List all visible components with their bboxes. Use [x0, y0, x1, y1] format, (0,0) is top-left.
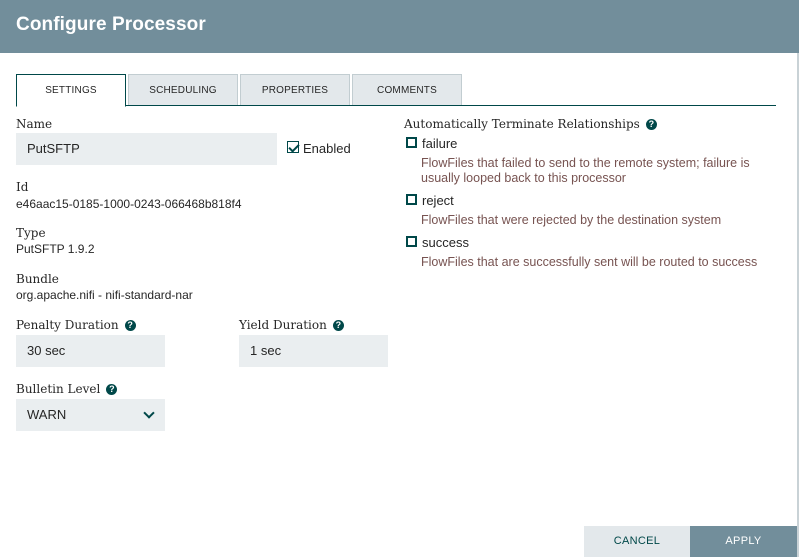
- type-value: PutSFTP 1.9.2: [16, 242, 95, 256]
- relationship-success-name: success: [422, 235, 469, 250]
- cancel-button[interactable]: CANCEL: [584, 526, 690, 557]
- tab-settings[interactable]: SETTINGS: [16, 74, 126, 107]
- penalty-duration-label-text: Penalty Duration: [16, 318, 119, 332]
- bulletin-level-label-text: Bulletin Level: [16, 382, 101, 396]
- yield-duration-input[interactable]: 1 sec: [239, 335, 388, 367]
- help-icon[interactable]: ?: [645, 119, 657, 130]
- dialog-title: Configure Processor: [16, 14, 206, 35]
- help-icon[interactable]: ?: [332, 320, 344, 331]
- bundle-label: Bundle: [16, 272, 59, 286]
- relationships-heading: Automatically Terminate Relationships?: [404, 117, 657, 131]
- yield-duration-label: Yield Duration?: [239, 318, 344, 332]
- name-label: Name: [16, 117, 53, 131]
- reject-checkbox[interactable]: [406, 194, 417, 205]
- help-icon[interactable]: ?: [106, 384, 118, 395]
- relationship-failure-name: failure: [422, 136, 458, 151]
- penalty-duration-input[interactable]: 30 sec: [16, 335, 165, 367]
- type-label: Type: [16, 226, 46, 240]
- tab-properties[interactable]: PROPERTIES: [240, 74, 350, 106]
- bulletin-level-select[interactable]: WARN: [16, 399, 165, 431]
- failure-checkbox[interactable]: [406, 137, 417, 148]
- tab-comments[interactable]: COMMENTS: [352, 74, 462, 106]
- success-checkbox[interactable]: [406, 236, 417, 247]
- relationship-reject-description: FlowFiles that were rejected by the dest…: [421, 213, 722, 227]
- enabled-checkbox[interactable]: [287, 141, 299, 153]
- tab-bar: SETTINGS SCHEDULING PROPERTIES COMMENTS: [16, 74, 776, 107]
- apply-button[interactable]: APPLY: [690, 526, 797, 557]
- id-label: Id: [16, 180, 29, 194]
- penalty-duration-label: Penalty Duration?: [16, 318, 136, 332]
- bulletin-level-label: Bulletin Level?: [16, 382, 118, 396]
- bundle-value: org.apache.nifi - nifi-standard-nar: [16, 288, 193, 302]
- tab-divider: [16, 105, 776, 106]
- tab-scheduling[interactable]: SCHEDULING: [128, 74, 238, 106]
- yield-duration-label-text: Yield Duration: [239, 318, 327, 332]
- enabled-label: Enabled: [303, 141, 351, 156]
- relationship-reject-name: reject: [422, 193, 454, 208]
- relationship-failure-description: FlowFiles that failed to send to the rem…: [421, 156, 750, 185]
- id-value: e46aac15-0185-1000-0243-066468b818f4: [16, 197, 242, 211]
- name-input[interactable]: PutSFTP: [16, 133, 277, 165]
- relationships-heading-text: Automatically Terminate Relationships: [404, 117, 640, 131]
- dialog-header: Configure Processor: [0, 0, 799, 53]
- bulletin-level-value: WARN: [27, 407, 67, 422]
- help-icon[interactable]: ?: [124, 320, 136, 331]
- relationship-success-description: FlowFiles that are successfully sent wil…: [421, 255, 758, 269]
